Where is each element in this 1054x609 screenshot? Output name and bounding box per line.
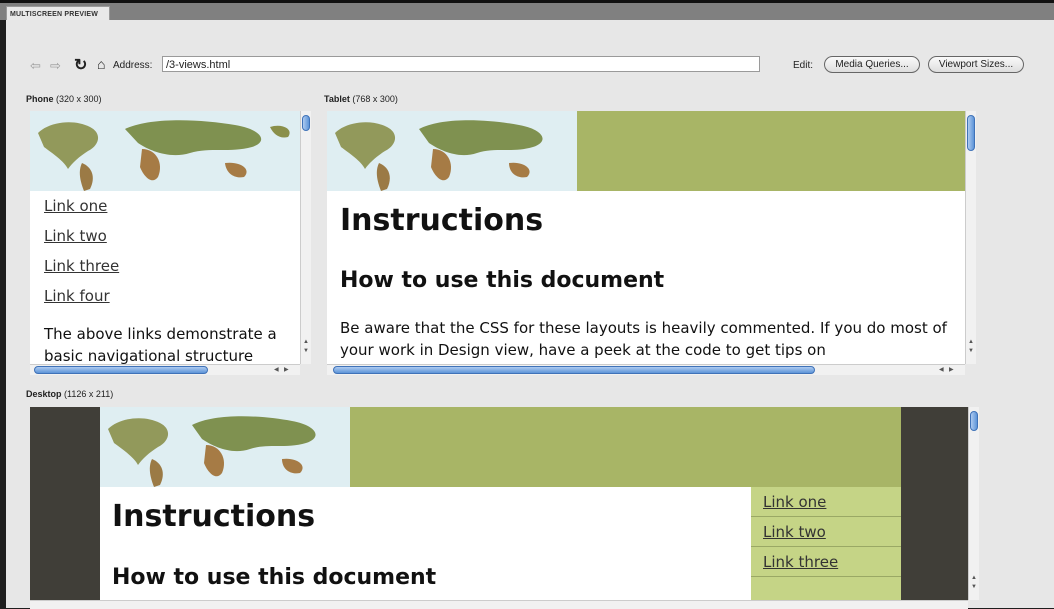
desktop-link-three-label[interactable]: Link three: [763, 553, 838, 571]
desktop-label-size: (1126 x 211): [64, 389, 114, 399]
scroll-right-arrow-icon[interactable]: ▶: [949, 366, 954, 373]
phone-viewport-label: Phone (320 x 300): [26, 94, 102, 104]
desktop-right-margin: [901, 407, 968, 600]
desktop-vertical-scrollbar[interactable]: ▲ ▼: [968, 407, 979, 600]
panel-titlebar: MULTISCREEN PREVIEW: [0, 0, 1054, 23]
scroll-down-arrow-icon[interactable]: ▼: [971, 584, 977, 590]
scroll-up-arrow-icon[interactable]: ▲: [303, 339, 309, 345]
desktop-link-three[interactable]: Link three: [751, 547, 901, 577]
desktop-link-one[interactable]: Link one: [751, 487, 901, 517]
scroll-up-arrow-icon[interactable]: ▲: [968, 339, 974, 345]
world-map-image: [327, 111, 577, 191]
world-map-image: [100, 407, 350, 487]
tablet-subheading: How to use this document: [340, 268, 665, 293]
phone-paragraph: The above links demonstrate a basic navi…: [44, 325, 277, 364]
scroll-up-arrow-icon[interactable]: ▲: [971, 575, 977, 581]
tablet-heading: Instructions: [340, 203, 544, 238]
tablet-horizontal-scrollbar[interactable]: ◀ ▶: [327, 364, 965, 375]
desktop-link-two[interactable]: Link two: [751, 517, 901, 547]
home-icon[interactable]: ⌂: [97, 56, 105, 72]
desktop-sidebar-nav: Link one Link two Link three: [751, 487, 901, 600]
phone-link-three[interactable]: Link three: [44, 257, 119, 275]
tablet-viewport[interactable]: Instructions How to use this document Be…: [327, 111, 965, 364]
desktop-link-one-label[interactable]: Link one: [763, 493, 826, 511]
scroll-left-arrow-icon[interactable]: ◀: [274, 366, 279, 373]
phone-viewport[interactable]: Link one Link two Link three Link four T…: [30, 111, 300, 364]
phone-link-two[interactable]: Link two: [44, 227, 107, 245]
tablet-horizontal-scroll-thumb[interactable]: [333, 366, 815, 374]
scroll-left-arrow-icon[interactable]: ◀: [939, 366, 944, 373]
viewport-sizes-button[interactable]: Viewport Sizes...: [928, 56, 1024, 73]
desktop-viewport-label: Desktop (1126 x 211): [26, 389, 113, 399]
tablet-vertical-scroll-thumb[interactable]: [967, 115, 975, 151]
scroll-right-arrow-icon[interactable]: ▶: [284, 366, 289, 373]
tablet-label-name: Tablet: [324, 94, 350, 104]
phone-link-four[interactable]: Link four: [44, 287, 110, 305]
phone-label-name: Phone: [26, 94, 54, 104]
edit-label: Edit:: [793, 60, 814, 71]
address-label: Address:: [113, 60, 153, 71]
tablet-header-bar: [577, 111, 965, 191]
phone-vertical-scrollbar[interactable]: ▲ ▼: [300, 111, 311, 364]
desktop-subheading: How to use this document: [112, 565, 437, 590]
scroll-down-arrow-icon[interactable]: ▼: [968, 348, 974, 354]
phone-label-size: (320 x 300): [56, 94, 102, 104]
address-input[interactable]: /3-views.html: [162, 56, 760, 72]
scroll-down-arrow-icon[interactable]: ▼: [303, 348, 309, 354]
desktop-heading: Instructions: [112, 499, 316, 534]
world-map-image: [30, 111, 300, 191]
phone-horizontal-scroll-thumb[interactable]: [34, 366, 208, 374]
phone-horizontal-scrollbar[interactable]: ◀ ▶: [30, 364, 300, 375]
tablet-paragraph: Be aware that the CSS for these layouts …: [340, 319, 947, 359]
desktop-link-two-label[interactable]: Link two: [763, 523, 826, 541]
tablet-label-size: (768 x 300): [352, 94, 398, 104]
desktop-header-bar: [350, 407, 901, 487]
refresh-icon[interactable]: ↻: [74, 55, 87, 75]
desktop-vertical-scroll-thumb[interactable]: [970, 411, 978, 431]
forward-arrow-icon[interactable]: ⇨: [50, 58, 61, 74]
desktop-viewport[interactable]: Instructions How to use this document Li…: [30, 407, 968, 600]
multiscreen-preview-panel: ⇦ ⇨ ↻ ⌂ Address: /3-views.html Edit: Med…: [6, 20, 1054, 609]
back-arrow-icon[interactable]: ⇦: [30, 58, 41, 74]
desktop-label-name: Desktop: [26, 389, 62, 399]
desktop-left-margin: [30, 407, 100, 600]
media-queries-button[interactable]: Media Queries...: [824, 56, 920, 73]
phone-vertical-scroll-thumb[interactable]: [302, 115, 310, 131]
tablet-vertical-scrollbar[interactable]: ▲ ▼: [965, 111, 976, 364]
phone-link-one[interactable]: Link one: [44, 197, 107, 215]
toolbar: ⇦ ⇨ ↻ ⌂ Address: /3-views.html Edit: Med…: [6, 54, 1054, 78]
tablet-viewport-label: Tablet (768 x 300): [324, 94, 398, 104]
